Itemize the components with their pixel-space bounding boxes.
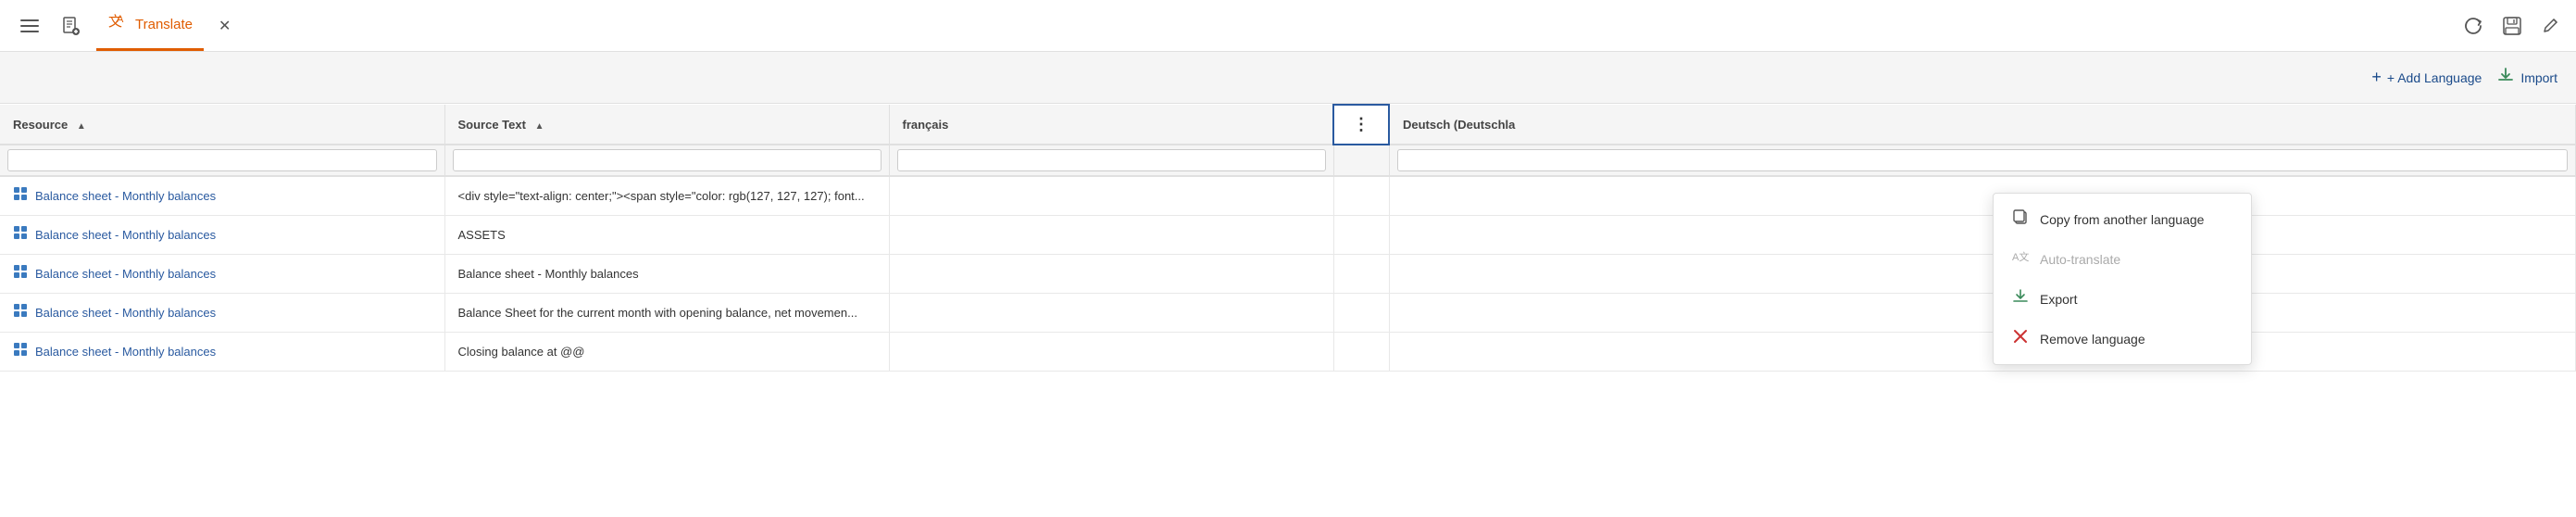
- francais-cell-2: [889, 255, 1333, 294]
- actions-cell-1: [1333, 216, 1389, 255]
- deutsch-cell-2: [1389, 255, 2576, 294]
- filter-actions-cell: [1333, 145, 1389, 176]
- new-document-icon[interactable]: [56, 11, 85, 41]
- resource-link-1[interactable]: Balance sheet - Monthly balances: [35, 228, 216, 242]
- import-icon: [2496, 66, 2515, 89]
- translate-tab-icon: 文 A: [107, 11, 128, 37]
- filter-deutsch-cell: [1389, 145, 2576, 176]
- three-dot-button[interactable]: ⋮: [1347, 115, 1375, 134]
- resource-cell-1: Balance sheet - Monthly balances: [0, 216, 444, 255]
- svg-text:A文: A文: [2012, 250, 2029, 263]
- filter-resource-input[interactable]: [7, 149, 437, 171]
- translate-tab-label: Translate: [135, 17, 193, 32]
- remove-language-label: Remove language: [2040, 332, 2145, 347]
- close-tab-icon[interactable]: ✕: [219, 17, 231, 35]
- save-icon[interactable]: [2502, 16, 2522, 36]
- add-language-button[interactable]: + + Add Language: [2371, 68, 2482, 87]
- filter-source-input[interactable]: [453, 149, 882, 171]
- source-text-cell-0: <div style="text-align: center;"><span s…: [444, 176, 889, 216]
- filter-row: [0, 145, 2576, 176]
- import-button[interactable]: Import: [2496, 66, 2557, 89]
- source-text-value-0: <div style="text-align: center;"><span s…: [458, 189, 865, 203]
- filter-source-cell: [444, 145, 889, 176]
- import-label: Import: [2520, 70, 2557, 85]
- table-header-row: Resource ▲ Source Text ▲ français ⋮ Deut: [0, 105, 2576, 145]
- th-francais-label: français: [903, 118, 949, 132]
- export-item[interactable]: Export: [1994, 279, 2251, 319]
- resource-cell-0: Balance sheet - Monthly balances: [0, 176, 444, 216]
- source-sort-icon: ▲: [535, 121, 544, 132]
- th-deutsch-label: Deutsch (Deutschla: [1403, 118, 1515, 132]
- source-text-cell-1: ASSETS: [444, 216, 889, 255]
- actions-cell-2: [1333, 255, 1389, 294]
- dropdown-menu: Copy from another language A文 Auto-trans…: [1993, 193, 2252, 365]
- grid-icon: [13, 264, 28, 284]
- edit-icon[interactable]: [2541, 16, 2561, 36]
- th-resource[interactable]: Resource ▲: [0, 105, 444, 145]
- deutsch-cell-0: [1389, 176, 2576, 216]
- th-source-text[interactable]: Source Text ▲: [444, 105, 889, 145]
- toolbar: 文 A Translate ✕: [0, 0, 2576, 52]
- export-icon: [2010, 288, 2031, 309]
- deutsch-cell-4: [1389, 333, 2576, 372]
- resource-cell-3: Balance sheet - Monthly balances: [0, 294, 444, 333]
- export-label: Export: [2040, 292, 2077, 307]
- francais-cell-1: [889, 216, 1333, 255]
- auto-translate-label: Auto-translate: [2040, 252, 2120, 267]
- source-text-cell-4: Closing balance at @@: [444, 333, 889, 372]
- actions-cell-3: [1333, 294, 1389, 333]
- svg-text:A: A: [117, 14, 124, 25]
- resource-link-2[interactable]: Balance sheet - Monthly balances: [35, 267, 216, 281]
- actions-cell-0: [1333, 176, 1389, 216]
- francais-cell-3: [889, 294, 1333, 333]
- th-resource-label: Resource: [13, 118, 68, 132]
- resource-link-3[interactable]: Balance sheet - Monthly balances: [35, 306, 216, 320]
- filter-francais-input[interactable]: [897, 149, 1326, 171]
- th-source-label: Source Text: [458, 118, 526, 132]
- remove-language-item[interactable]: Remove language: [1994, 319, 2251, 359]
- grid-icon: [13, 186, 28, 206]
- francais-cell-4: [889, 333, 1333, 372]
- resource-sort-icon: ▲: [77, 121, 86, 132]
- refresh-icon[interactable]: [2463, 16, 2483, 36]
- resource-link-4[interactable]: Balance sheet - Monthly balances: [35, 345, 216, 359]
- grid-icon: [13, 303, 28, 322]
- source-text-value-3: Balance Sheet for the current month with…: [458, 306, 857, 320]
- th-francais[interactable]: français: [889, 105, 1333, 145]
- source-text-value-4: Closing balance at @@: [458, 345, 585, 359]
- francais-cell-0: [889, 176, 1333, 216]
- filter-francais-cell: [889, 145, 1333, 176]
- toolbar-right: [2463, 16, 2561, 36]
- th-actions-menu[interactable]: ⋮: [1333, 105, 1389, 145]
- source-text-value-2: Balance sheet - Monthly balances: [458, 267, 639, 281]
- filter-resource-cell: [0, 145, 444, 176]
- filter-deutsch-input[interactable]: [1397, 149, 2569, 171]
- th-deutsch[interactable]: Deutsch (Deutschla: [1389, 105, 2576, 145]
- grid-icon: [13, 342, 28, 361]
- add-language-icon: +: [2371, 68, 2382, 87]
- source-text-cell-3: Balance Sheet for the current month with…: [444, 294, 889, 333]
- deutsch-cell-1: [1389, 216, 2576, 255]
- translate-tab[interactable]: 文 A Translate: [96, 0, 204, 51]
- resource-cell-2: Balance sheet - Monthly balances: [0, 255, 444, 294]
- deutsch-cell-3: [1389, 294, 2576, 333]
- hamburger-icon[interactable]: [15, 11, 44, 41]
- grid-icon: [13, 225, 28, 245]
- copy-from-language-item[interactable]: Copy from another language: [1994, 199, 2251, 239]
- add-language-label: + Add Language: [2387, 70, 2482, 85]
- auto-translate-item[interactable]: A文 Auto-translate: [1994, 239, 2251, 279]
- copy-icon: [2010, 208, 2031, 230]
- app-container: 文 A Translate ✕: [0, 0, 2576, 517]
- source-text-cell-2: Balance sheet - Monthly balances: [444, 255, 889, 294]
- source-text-value-1: ASSETS: [458, 228, 506, 242]
- auto-translate-icon: A文: [2010, 248, 2031, 270]
- table-container: Resource ▲ Source Text ▲ français ⋮ Deut: [0, 104, 2576, 517]
- resource-link-0[interactable]: Balance sheet - Monthly balances: [35, 189, 216, 203]
- copy-from-language-label: Copy from another language: [2040, 212, 2204, 227]
- resource-cell-4: Balance sheet - Monthly balances: [0, 333, 444, 372]
- remove-language-icon: [2010, 328, 2031, 349]
- action-bar: + + Add Language Import: [0, 52, 2576, 104]
- actions-cell-4: [1333, 333, 1389, 372]
